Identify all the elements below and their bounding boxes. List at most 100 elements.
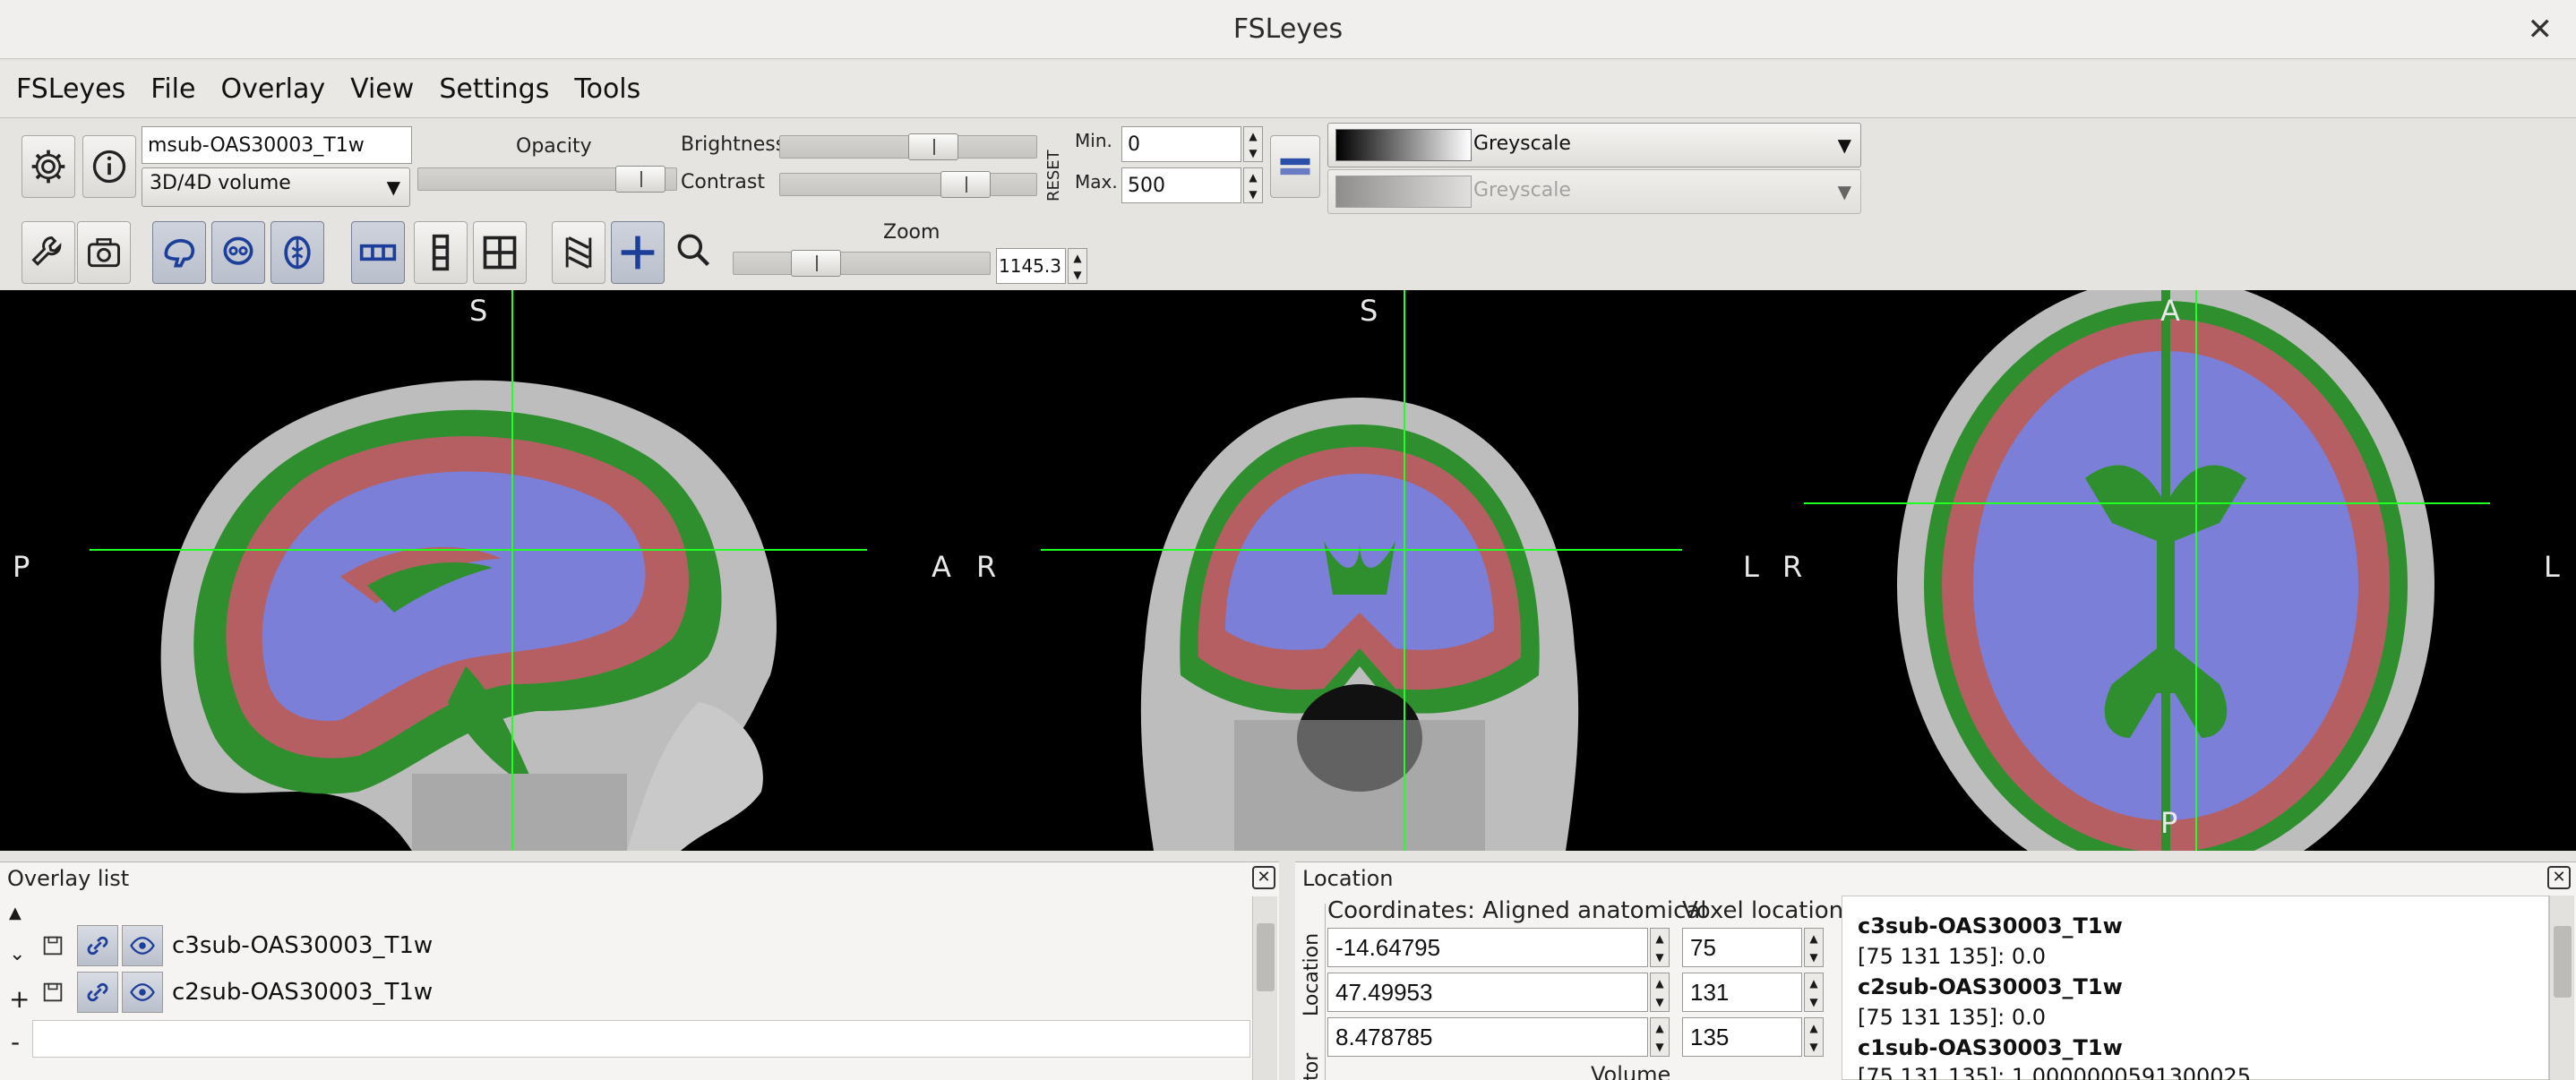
coord-y-input[interactable] (1327, 973, 1648, 1012)
spin-up-icon[interactable]: ▲ (1809, 977, 1817, 990)
horizontal-layout-button[interactable] (351, 221, 405, 284)
sagittal-view[interactable]: S P A (0, 290, 1039, 851)
menu-tools[interactable]: Tools (563, 73, 651, 105)
move-down-icon[interactable]: ⌄ (9, 943, 25, 965)
reset-button[interactable]: RESET (1044, 150, 1063, 201)
menu-view[interactable]: View (339, 73, 425, 105)
voxel-x-spinner[interactable]: ▲ ▼ (1804, 928, 1824, 967)
spin-down-icon[interactable]: ▼ (1249, 188, 1257, 201)
overlay-list-item[interactable]: c2sub-OAS30003_T1w (32, 970, 433, 1015)
spin-down-icon[interactable]: ▼ (1655, 951, 1663, 964)
voxel-z-input[interactable] (1682, 1017, 1802, 1057)
zoom-input[interactable] (996, 248, 1066, 284)
min-input[interactable] (1121, 126, 1241, 162)
remove-overlay-icon[interactable]: - (11, 1027, 20, 1057)
menu-settings[interactable]: Settings (428, 73, 560, 105)
zoom-slider-thumb[interactable] (791, 250, 842, 277)
coord-x-input[interactable] (1327, 928, 1648, 967)
toggle-axial-button[interactable] (270, 221, 324, 284)
screenshot-button[interactable] (77, 221, 131, 284)
toggle-cursor-button[interactable] (611, 221, 665, 284)
save-icon[interactable] (32, 972, 73, 1013)
coronal-brain-icon (223, 236, 253, 265)
axial-view[interactable]: A P R L (1754, 290, 2576, 851)
menu-overlay[interactable]: Overlay (210, 73, 336, 105)
toggle-coronal-button[interactable] (211, 221, 265, 284)
overlay-list-empty-row[interactable] (32, 1020, 1250, 1058)
coord-x-spinner[interactable]: ▲ ▼ (1650, 928, 1670, 967)
menu-fsleyes[interactable]: FSLeyes (5, 73, 136, 105)
coord-y-spinner[interactable]: ▲ ▼ (1650, 973, 1670, 1012)
link-icon[interactable] (77, 972, 118, 1013)
spin-up-icon[interactable]: ▲ (1809, 1022, 1817, 1034)
spin-down-icon[interactable]: ▼ (1809, 996, 1817, 1008)
max-input[interactable] (1121, 167, 1241, 203)
opacity-slider-thumb[interactable] (615, 166, 666, 193)
overlay-list-scrollbar[interactable] (1252, 896, 1277, 1080)
contrast-slider[interactable] (779, 171, 1037, 198)
brightness-slider[interactable] (779, 133, 1037, 160)
voxel-z-spinner[interactable]: ▲ ▼ (1804, 1017, 1824, 1057)
view-settings-button[interactable] (21, 221, 75, 284)
overlay-type-select[interactable]: 3D/4D volume ▼ (142, 167, 410, 207)
spin-down-icon[interactable]: ▼ (1249, 147, 1257, 159)
vertical-layout-button[interactable] (414, 221, 468, 284)
link-range-button[interactable] (1270, 135, 1320, 198)
save-icon[interactable] (32, 925, 73, 966)
spin-up-icon[interactable]: ▲ (1073, 252, 1081, 264)
display-settings-button[interactable] (21, 135, 75, 198)
spin-up-icon[interactable]: ▲ (1249, 130, 1257, 142)
min-spinner[interactable]: ▲ ▼ (1243, 126, 1263, 162)
close-icon[interactable]: ✕ (1252, 866, 1275, 889)
tab-location[interactable]: Location (1301, 933, 1323, 1016)
toggle-sagittal-button[interactable] (152, 221, 206, 284)
max-spinner[interactable]: ▲ ▼ (1243, 167, 1263, 203)
move-up-icon[interactable]: ▲ (9, 904, 21, 922)
location-tab-strip: Location Histor (1299, 904, 1326, 1080)
opacity-slider[interactable] (417, 166, 677, 193)
location-scrollbar[interactable] (2549, 896, 2574, 1080)
zoom-spinner[interactable]: ▲ ▼ (1068, 248, 1087, 284)
spin-up-icon[interactable]: ▲ (1655, 977, 1663, 990)
movie-mode-button[interactable] (552, 221, 605, 284)
add-overlay-icon[interactable]: + (9, 984, 30, 1014)
menu-file[interactable]: File (140, 73, 206, 105)
colormap-select[interactable]: Greyscale ▼ (1327, 123, 1861, 167)
info-overlay-value: [75 131 135]: 0.0 (1858, 1005, 2047, 1030)
coronal-view[interactable]: S R L (966, 290, 1759, 851)
brightness-slider-thumb[interactable] (907, 133, 958, 160)
spin-down-icon[interactable]: ▼ (1809, 951, 1817, 964)
overlay-list-item[interactable]: c3sub-OAS30003_T1w (32, 923, 433, 968)
overlay-info-button[interactable] (82, 135, 136, 198)
voxel-y-input[interactable] (1682, 973, 1802, 1012)
coordinates-header: Coordinates: Aligned anatomical (1327, 897, 1707, 924)
tab-history[interactable]: Histor (1301, 1053, 1323, 1080)
spin-down-icon[interactable]: ▼ (1073, 269, 1081, 281)
spin-down-icon[interactable]: ▼ (1655, 1041, 1663, 1053)
spin-up-icon[interactable]: ▲ (1249, 171, 1257, 184)
close-icon[interactable]: ✕ (2547, 866, 2571, 889)
spin-up-icon[interactable]: ▲ (1655, 932, 1663, 945)
volume-label: Volume (1591, 1062, 1671, 1080)
opacity-label: Opacity (516, 135, 592, 158)
voxel-y-spinner[interactable]: ▲ ▼ (1804, 973, 1824, 1012)
zoom-slider[interactable] (733, 250, 991, 277)
coord-z-input[interactable] (1327, 1017, 1648, 1057)
visibility-eye-icon[interactable] (122, 925, 163, 966)
spin-down-icon[interactable]: ▼ (1655, 996, 1663, 1008)
axial-bottom-label: P (2160, 806, 2178, 840)
visibility-eye-icon[interactable] (122, 972, 163, 1013)
spin-up-icon[interactable]: ▲ (1655, 1022, 1663, 1034)
coord-z-spinner[interactable]: ▲ ▼ (1650, 1017, 1670, 1057)
grid-layout-button[interactable] (473, 221, 527, 284)
voxel-x-input[interactable] (1682, 928, 1802, 967)
scrollbar-thumb[interactable] (1257, 923, 1275, 991)
contrast-slider-thumb[interactable] (940, 171, 992, 198)
overlay-name-input[interactable] (142, 126, 412, 164)
scrollbar-thumb[interactable] (2554, 926, 2572, 998)
spin-up-icon[interactable]: ▲ (1809, 932, 1817, 945)
axial-left-label: R (1782, 550, 1803, 584)
spin-down-icon[interactable]: ▼ (1809, 1041, 1817, 1053)
link-icon[interactable] (77, 925, 118, 966)
window-close-icon[interactable]: ✕ (2528, 0, 2554, 59)
